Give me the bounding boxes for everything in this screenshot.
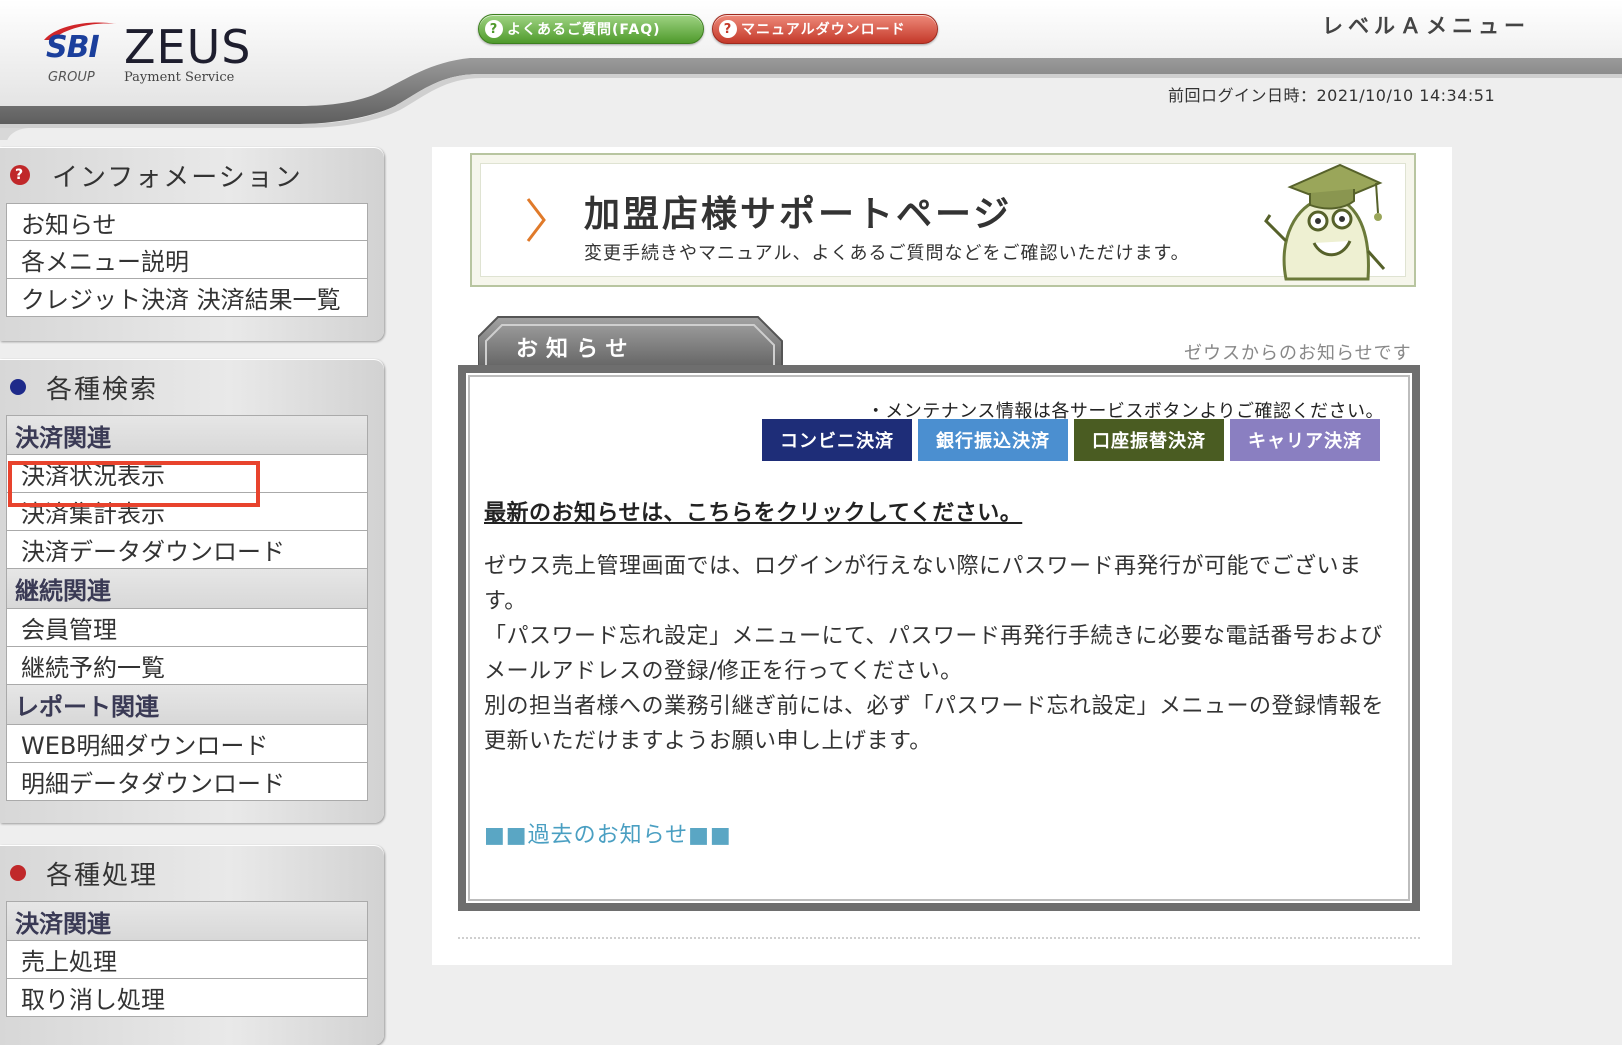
- notice-paragraph: ゼウス売上管理画面では、ログインが行えない際にパスワード再発行が可能でございます…: [484, 554, 1362, 614]
- notice-caption: ゼウスからのお知らせです: [1184, 343, 1412, 364]
- sidebar-item-payment-summary[interactable]: 決済集計表示: [6, 493, 368, 531]
- sidebar-item-cancel-process[interactable]: 取り消し処理: [6, 979, 368, 1017]
- service-buttons: コンビニ決済 銀行振込決済 口座振替決済 キャリア決済: [762, 419, 1380, 461]
- info-menu: お知らせ 各メニュー説明 クレジット決済 決済結果一覧: [6, 203, 368, 317]
- search-panel: 各種検索 決済関連 決済状況表示 決済集計表示 決済データダウンロード 継続関連…: [0, 359, 384, 823]
- sidebar-item-web-statement[interactable]: WEB明細ダウンロード: [6, 725, 368, 763]
- sidebar-item-sales-process[interactable]: 売上処理: [6, 941, 368, 979]
- manual-button-label: マニュアルダウンロード: [741, 22, 906, 38]
- category-continuation: 継続関連: [6, 569, 368, 609]
- bank-transfer-button[interactable]: 銀行振込決済: [918, 419, 1068, 461]
- process-panel-header: 各種処理: [0, 845, 384, 901]
- latest-notice-link[interactable]: 最新のお知らせは、こちらをクリックしてください。: [484, 495, 1022, 527]
- sidebar-item-reservation-list[interactable]: 継続予約一覧: [6, 647, 368, 685]
- sidebar-item-member-management[interactable]: 会員管理: [6, 609, 368, 647]
- logo-zeus-text: ZEUS: [124, 20, 252, 74]
- support-subtitle: 変更手続きやマニュアル、よくあるご質問などをご確認いただけます。: [584, 243, 1190, 264]
- process-menu: 決済関連 売上処理 取り消し処理: [6, 901, 368, 1017]
- process-panel-title: 各種処理: [46, 860, 159, 891]
- konbini-payment-button[interactable]: コンビニ決済: [762, 419, 912, 461]
- bullet-icon: [10, 865, 26, 881]
- search-panel-header: 各種検索: [0, 359, 384, 415]
- bullet-icon: [10, 379, 26, 395]
- process-panel: 各種処理 決済関連 売上処理 取り消し処理: [0, 845, 384, 1045]
- sidebar-item-menu-guide[interactable]: 各メニュー説明: [6, 241, 368, 279]
- faq-button-label: よくあるご質問(FAQ): [507, 22, 661, 38]
- category-payment-process: 決済関連: [6, 901, 368, 941]
- logo-group-text: GROUP: [48, 70, 95, 85]
- support-title: 加盟店様サポートページ: [584, 194, 1013, 235]
- category-payment: 決済関連: [6, 415, 368, 455]
- sidebar-item-statement-download[interactable]: 明細データダウンロード: [6, 763, 368, 801]
- sbi-zeus-logo: SBI ZEUS GROUP Payment Service: [38, 18, 250, 88]
- last-login-time: 前回ログイン日時：2021/10/10 14:34:51: [1168, 86, 1496, 105]
- info-panel: ? インフォメーション お知らせ 各メニュー説明 クレジット決済 決済結果一覧: [0, 147, 384, 341]
- logo-service-text: Payment Service: [124, 70, 235, 85]
- notice-tab: お知らせ: [516, 337, 636, 362]
- notice-paragraph: 別の担当者様への業務引継ぎ前には、必ず「パスワード忘れ設定」メニューの登録情報を…: [484, 694, 1385, 754]
- faq-button[interactable]: ? よくあるご質問(FAQ): [478, 14, 704, 44]
- level-menu-title: レベルＡメニュー: [1322, 14, 1530, 38]
- past-notices-label: 過去のお知らせ: [527, 823, 689, 848]
- square-markers-icon: ■■: [484, 823, 528, 848]
- info-panel-header: ? インフォメーション: [0, 147, 384, 203]
- sidebar-item-payment-status[interactable]: 決済状況表示: [6, 455, 368, 493]
- square-markers-icon: ■■: [688, 823, 732, 848]
- notice-paragraph: 「パスワード忘れ設定」メニューにて、パスワード再発行手続きに必要な電話番号および…: [484, 624, 1383, 684]
- chevron-right-icon: [526, 198, 546, 242]
- account-transfer-button[interactable]: 口座振替決済: [1074, 419, 1224, 461]
- notice-box: ・メンテナンス情報は各サービスボタンよりご確認ください。 コンビニ決済 銀行振込…: [458, 365, 1420, 911]
- past-notices-link[interactable]: ■■過去のお知らせ■■: [484, 817, 732, 849]
- support-page-banner[interactable]: 加盟店様サポートページ 変更手続きやマニュアル、よくあるご質問などをご確認いただ…: [470, 153, 1416, 287]
- info-panel-title: インフォメーション: [52, 162, 303, 193]
- search-menu: 決済関連 決済状況表示 決済集計表示 決済データダウンロード 継続関連 会員管理…: [6, 415, 368, 801]
- question-icon: ?: [719, 20, 737, 38]
- manual-download-button[interactable]: ? マニュアルダウンロード: [712, 14, 938, 44]
- divider: [458, 937, 1420, 939]
- header: SBI ZEUS GROUP Payment Service ? よくあるご質問…: [0, 0, 1622, 140]
- category-report: レポート関連: [6, 685, 368, 725]
- question-circle-icon: ?: [10, 165, 30, 185]
- main-content: 加盟店様サポートページ 変更手続きやマニュアル、よくあるご質問などをご確認いただ…: [432, 147, 1452, 965]
- logo-sbi-text: SBI: [46, 30, 100, 65]
- search-panel-title: 各種検索: [46, 374, 159, 405]
- notice-body: ゼウス売上管理画面では、ログインが行えない際にパスワード再発行が可能でございます…: [484, 549, 1384, 759]
- question-icon: ?: [485, 20, 503, 38]
- sidebar-item-notices[interactable]: お知らせ: [6, 203, 368, 241]
- carrier-payment-button[interactable]: キャリア決済: [1230, 419, 1380, 461]
- sidebar-item-credit-results[interactable]: クレジット決済 決済結果一覧: [6, 279, 368, 317]
- sidebar-item-payment-download[interactable]: 決済データダウンロード: [6, 531, 368, 569]
- graduate-mascot-icon: [1264, 163, 1386, 281]
